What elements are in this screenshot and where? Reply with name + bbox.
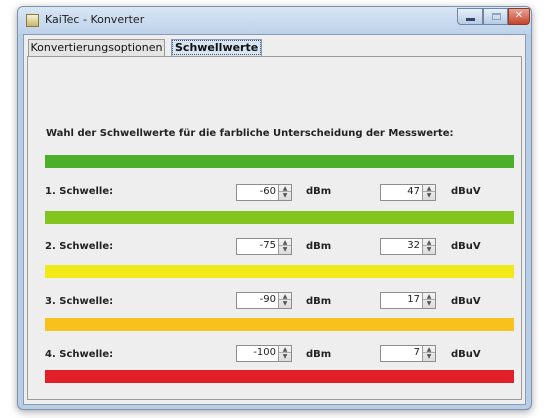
spinner-buttons: ▲ ▼ <box>278 239 291 254</box>
window-title: KaiTec - Konverter <box>45 13 145 26</box>
threshold-1-label: 1. Schwelle: <box>45 186 114 197</box>
threshold-3-dbm-value[interactable]: -90 <box>260 294 276 305</box>
spinner-down-icon[interactable]: ▼ <box>279 300 291 307</box>
color-bar-orange <box>45 318 514 331</box>
threshold-4-dbuv-value[interactable]: 7 <box>414 347 420 358</box>
threshold-4-dbuv-unit: dBuV <box>451 349 481 360</box>
threshold-1-dbm-unit: dBm <box>306 186 332 197</box>
color-bar-red <box>45 370 514 383</box>
threshold-3-dbm-spinner[interactable]: -90 ▲ ▼ <box>236 292 292 309</box>
threshold-1-dbuv-value[interactable]: 47 <box>407 186 420 197</box>
threshold-3-label: 3. Schwelle: <box>45 296 114 307</box>
close-button[interactable]: ✕ <box>508 8 530 25</box>
threshold-2-dbuv-unit: dBuV <box>451 241 481 252</box>
threshold-2-dbuv-value[interactable]: 32 <box>407 240 420 251</box>
title-bar[interactable]: KaiTec - Konverter ✕ <box>18 7 531 34</box>
threshold-4-label: 4. Schwelle: <box>45 349 114 360</box>
threshold-4-dbm-value[interactable]: -100 <box>253 347 276 358</box>
spinner-up-icon[interactable]: ▲ <box>279 293 291 300</box>
spinner-up-icon[interactable]: ▲ <box>279 239 291 246</box>
threshold-3-dbuv-value[interactable]: 17 <box>407 294 420 305</box>
tab-schwellwerte[interactable]: Schwellwerte <box>171 39 262 57</box>
spinner-buttons: ▲ ▼ <box>422 293 435 308</box>
minimize-button[interactable] <box>457 8 483 25</box>
threshold-1-dbuv-spinner[interactable]: 47 ▲ ▼ <box>380 184 436 201</box>
minimize-icon <box>466 18 475 21</box>
threshold-2-dbm-unit: dBm <box>306 241 332 252</box>
maximize-button[interactable] <box>483 8 508 25</box>
threshold-2-dbm-spinner[interactable]: -75 ▲ ▼ <box>236 238 292 255</box>
threshold-2-dbuv-spinner[interactable]: 32 ▲ ▼ <box>380 238 436 255</box>
threshold-3-dbuv-spinner[interactable]: 17 ▲ ▼ <box>380 292 436 309</box>
spinner-buttons: ▲ ▼ <box>278 185 291 200</box>
app-icon <box>26 14 39 27</box>
spinner-buttons: ▲ ▼ <box>278 293 291 308</box>
spinner-buttons: ▲ ▼ <box>422 239 435 254</box>
color-bar-lightgreen <box>45 211 514 224</box>
spinner-down-icon[interactable]: ▼ <box>423 246 435 253</box>
spinner-down-icon[interactable]: ▼ <box>423 353 435 360</box>
spinner-up-icon[interactable]: ▲ <box>423 346 435 353</box>
threshold-2-label: 2. Schwelle: <box>45 241 114 252</box>
spinner-up-icon[interactable]: ▲ <box>279 346 291 353</box>
threshold-1-dbuv-unit: dBuV <box>451 186 481 197</box>
threshold-4-dbm-spinner[interactable]: -100 ▲ ▼ <box>236 345 292 362</box>
spinner-down-icon[interactable]: ▼ <box>279 192 291 199</box>
spinner-down-icon[interactable]: ▼ <box>279 353 291 360</box>
threshold-4-dbm-unit: dBm <box>306 349 332 360</box>
color-bar-yellow-main <box>45 265 514 278</box>
tab-konvertierungsoptionen[interactable]: Konvertierungsoptionen <box>28 39 165 57</box>
threshold-3-dbm-unit: dBm <box>306 296 332 307</box>
threshold-1-dbm-value[interactable]: -60 <box>260 186 276 197</box>
tab-label: Konvertierungsoptionen <box>30 41 163 54</box>
tab-label: Schwellwerte <box>172 40 262 55</box>
threshold-2-dbm-value[interactable]: -75 <box>260 240 276 251</box>
spinner-down-icon[interactable]: ▼ <box>423 192 435 199</box>
spinner-up-icon[interactable]: ▲ <box>279 185 291 192</box>
threshold-1-dbm-spinner[interactable]: -60 ▲ ▼ <box>236 184 292 201</box>
close-icon: ✕ <box>514 10 524 21</box>
spinner-up-icon[interactable]: ▲ <box>423 293 435 300</box>
instructions-heading: Wahl der Schwellwerte für die farbliche … <box>46 128 454 139</box>
color-bar-green <box>45 155 514 168</box>
spinner-up-icon[interactable]: ▲ <box>423 185 435 192</box>
spinner-buttons: ▲ ▼ <box>422 185 435 200</box>
threshold-4-dbuv-spinner[interactable]: 7 ▲ ▼ <box>380 345 436 362</box>
spinner-up-icon[interactable]: ▲ <box>423 239 435 246</box>
spinner-buttons: ▲ ▼ <box>422 346 435 361</box>
spinner-down-icon[interactable]: ▼ <box>423 300 435 307</box>
threshold-3-dbuv-unit: dBuV <box>451 296 481 307</box>
spinner-buttons: ▲ ▼ <box>278 346 291 361</box>
maximize-icon <box>492 13 501 20</box>
spinner-down-icon[interactable]: ▼ <box>279 246 291 253</box>
